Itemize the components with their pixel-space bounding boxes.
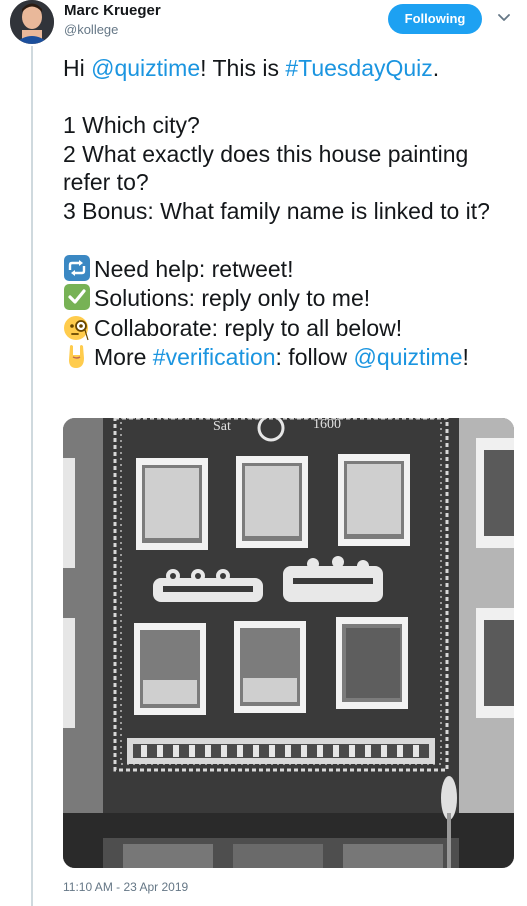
avatar[interactable] [10, 0, 54, 44]
greeting-end: . [432, 55, 440, 81]
following-button[interactable]: Following [388, 4, 482, 34]
svg-text:1600: 1600 [313, 418, 341, 432]
tweet-media-image[interactable]: Sat 1600 [63, 418, 514, 868]
help-text: Need help: retweet! [94, 255, 294, 282]
svg-text:Sat: Sat [213, 419, 231, 434]
question-1: 1 Which city? [63, 112, 200, 138]
mention-quiztime-link[interactable]: @quiztime [91, 55, 200, 81]
mention-quiztime-link-2[interactable]: @quiztime [354, 344, 463, 370]
greeting-line: Hi @quiztime! This is #TuesdayQuiz. [63, 54, 513, 83]
more-end: ! [462, 344, 469, 370]
retweet-icon [63, 254, 91, 282]
check-mark-icon [63, 283, 91, 311]
tweet-timestamp[interactable]: 11:10 AM - 23 Apr 2019 [63, 880, 188, 894]
hashtag-tuesdayquiz-link[interactable]: #TuesdayQuiz [285, 55, 432, 81]
collaborate-line: Collaborate: reply to all below! [63, 313, 513, 343]
greeting-mid: ! This is [200, 55, 286, 81]
question-2: 2 What exactly does this house painting … [63, 140, 469, 196]
more-prefix: More [94, 344, 153, 370]
author-display-name[interactable]: Marc Krueger [64, 2, 161, 19]
thread-line [31, 46, 33, 906]
avatar-image [10, 0, 54, 44]
more-mid: : follow [275, 344, 354, 370]
greeting-prefix: Hi [63, 55, 92, 81]
solutions-text: Solutions: reply only to me! [94, 285, 371, 311]
facade-photo: Sat 1600 [63, 418, 514, 868]
more-line: More #verification: follow @quiztime! [63, 342, 513, 372]
sign-of-horns-icon [63, 342, 91, 370]
hashtag-verification-link[interactable]: #verification [153, 344, 276, 370]
collaborate-text: Collaborate: reply to all below! [94, 314, 403, 341]
chevron-down-icon[interactable] [496, 10, 512, 26]
monocle-face-icon [63, 313, 91, 341]
solutions-line: Solutions: reply only to me! [63, 283, 513, 313]
tweet-text: Hi @quiztime! This is #TuesdayQuiz. 1 Wh… [63, 54, 513, 372]
author-handle[interactable]: @kollege [64, 22, 118, 37]
help-line: Need help: retweet! [63, 254, 513, 284]
question-3: 3 Bonus: What family name is linked to i… [63, 197, 490, 224]
